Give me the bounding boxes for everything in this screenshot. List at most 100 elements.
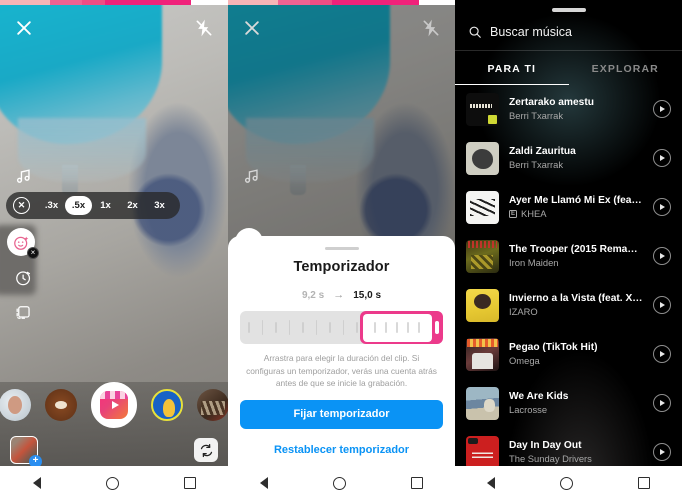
speed-reset-icon[interactable]: ✕ xyxy=(13,197,30,214)
recording-progress-bar xyxy=(228,0,455,5)
back-icon[interactable] xyxy=(260,477,269,489)
speed-option-0[interactable]: .3x xyxy=(38,196,65,215)
track-row[interactable]: We Are Kids Lacrosse xyxy=(455,379,682,428)
android-navbar-mid xyxy=(228,466,455,500)
speed-selector[interactable]: ✕ .3x .5x 1x 2x 3x xyxy=(6,192,180,219)
play-icon[interactable] xyxy=(653,100,671,118)
album-art xyxy=(466,288,499,322)
sheet-help-text: Arrastra para elegir la duración del cli… xyxy=(246,353,437,389)
home-icon[interactable] xyxy=(105,476,119,490)
play-icon[interactable] xyxy=(653,345,671,363)
speed-option-2[interactable]: 1x xyxy=(92,196,119,215)
panel-music-browser: Buscar música PARA TI EXPLORAR Zertarako… xyxy=(455,0,682,500)
slider-tick xyxy=(288,320,290,336)
gallery-thumbnail-button[interactable]: + xyxy=(10,436,42,468)
play-triangle-icon xyxy=(112,401,119,409)
music-note-icon[interactable] xyxy=(8,160,38,190)
camera-top-bar xyxy=(0,10,228,46)
duration-slider[interactable] xyxy=(240,311,443,345)
track-row[interactable]: Zaldi Zauritua Berri Txarrak xyxy=(455,134,682,183)
speed-option-3[interactable]: 2x xyxy=(119,196,146,215)
track-artist: Berri Txarrak xyxy=(509,110,564,121)
play-icon[interactable] xyxy=(653,296,671,314)
reels-capture-button[interactable] xyxy=(91,382,137,428)
progress-segment xyxy=(277,0,310,5)
track-row[interactable]: Invierno a la Vista (feat. Xoel Lóp… IZAR… xyxy=(455,281,682,330)
close-icon[interactable] xyxy=(238,14,266,42)
track-artist: Iron Maiden xyxy=(509,257,559,268)
track-row[interactable]: Ayer Me Llamó Mi Ex (feat. Lenn… E KHEA xyxy=(455,183,682,232)
flash-off-icon[interactable] xyxy=(190,14,218,42)
progress-segment xyxy=(82,0,105,5)
back-icon[interactable] xyxy=(32,477,41,489)
play-icon[interactable] xyxy=(653,149,671,167)
sheet-drag-handle[interactable] xyxy=(324,246,359,251)
recents-icon[interactable] xyxy=(637,477,650,489)
play-triangle-icon xyxy=(660,204,666,210)
track-meta: Invierno a la Vista (feat. Xoel Lóp… IZAR… xyxy=(509,293,643,317)
track-artist-row: E KHEA xyxy=(509,208,643,219)
reset-timer-button[interactable]: Restablecer temporizador xyxy=(240,444,443,456)
track-title: Pegao (TikTok Hit) xyxy=(509,342,598,353)
set-timer-button[interactable]: Fijar temporizador xyxy=(240,400,443,429)
recents-icon[interactable] xyxy=(183,477,196,489)
progress-segment xyxy=(104,0,192,5)
play-icon[interactable] xyxy=(653,443,671,461)
recording-progress-bar xyxy=(0,0,228,5)
face-filter-remove-icon[interactable]: × xyxy=(27,247,39,259)
album-art xyxy=(466,141,499,175)
flash-off-icon[interactable] xyxy=(417,14,445,42)
flip-camera-icon[interactable] xyxy=(194,438,218,462)
search-input[interactable]: Buscar música xyxy=(490,25,572,39)
duration-slider-handle[interactable] xyxy=(434,321,439,335)
music-note-icon[interactable] xyxy=(236,160,266,190)
explicit-badge-icon: E xyxy=(509,209,517,218)
play-triangle-icon xyxy=(660,449,666,455)
recents-icon[interactable] xyxy=(410,477,423,489)
filter-thumb-5[interactable] xyxy=(197,389,228,421)
track-row[interactable]: The Trooper (2015 Remaster) Iron Maiden xyxy=(455,232,682,281)
play-icon[interactable] xyxy=(653,247,671,265)
speed-option-1[interactable]: .5x xyxy=(65,196,92,215)
track-meta: Ayer Me Llamó Mi Ex (feat. Lenn… E KHEA xyxy=(509,195,643,219)
slider-tick xyxy=(261,320,263,336)
face-filter-chip[interactable]: × xyxy=(7,228,39,259)
track-meta: Zertarako amestu Berri Txarrak xyxy=(509,97,643,121)
track-artist: Berri Txarrak xyxy=(509,159,564,170)
layout-icon[interactable] xyxy=(8,296,38,326)
filter-thumb-1[interactable] xyxy=(0,389,31,421)
filter-thumb-2[interactable] xyxy=(45,389,77,421)
slider-tick xyxy=(407,322,409,334)
close-icon[interactable] xyxy=(10,14,38,42)
track-row[interactable]: Zertarako amestu Berri Txarrak xyxy=(455,85,682,134)
track-list[interactable]: Zertarako amestu Berri Txarrak Zaldi Zauri… xyxy=(455,85,682,500)
back-icon[interactable] xyxy=(487,477,496,489)
track-row[interactable]: Pegao (TikTok Hit) Omega xyxy=(455,330,682,379)
track-title: The Trooper (2015 Remaster) xyxy=(509,244,643,255)
home-icon[interactable] xyxy=(559,476,573,490)
home-icon[interactable] xyxy=(332,476,346,490)
reels-icon xyxy=(100,391,128,419)
speed-option-4[interactable]: 3x xyxy=(146,196,173,215)
filter-carousel[interactable] xyxy=(0,376,228,434)
album-art xyxy=(466,239,499,273)
track-artist-row: The Sunday Drivers xyxy=(509,453,643,464)
timer-icon[interactable] xyxy=(8,262,38,292)
camera-tool-rail xyxy=(236,160,266,190)
track-artist-row: IZARO xyxy=(509,306,643,317)
track-meta: Day In Day Out The Sunday Drivers xyxy=(509,440,643,464)
tab-para-ti[interactable]: PARA TI xyxy=(455,51,569,85)
album-art xyxy=(466,92,499,126)
track-artist-row: Iron Maiden xyxy=(509,257,643,268)
album-art xyxy=(466,337,499,371)
filter-thumb-4[interactable] xyxy=(151,389,183,421)
tab-explorar[interactable]: EXPLORAR xyxy=(569,51,682,85)
panel-camera-speed: ✕ .3x .5x 1x 2x 3x × + xyxy=(0,0,228,500)
search-bar[interactable]: Buscar música xyxy=(455,12,682,51)
duration-from: 9,2 s xyxy=(301,289,325,301)
play-icon[interactable] xyxy=(653,394,671,412)
play-icon[interactable] xyxy=(653,198,671,216)
track-meta: The Trooper (2015 Remaster) Iron Maiden xyxy=(509,244,643,268)
track-title: We Are Kids xyxy=(509,391,569,402)
duration-slider-selection[interactable] xyxy=(360,311,443,345)
